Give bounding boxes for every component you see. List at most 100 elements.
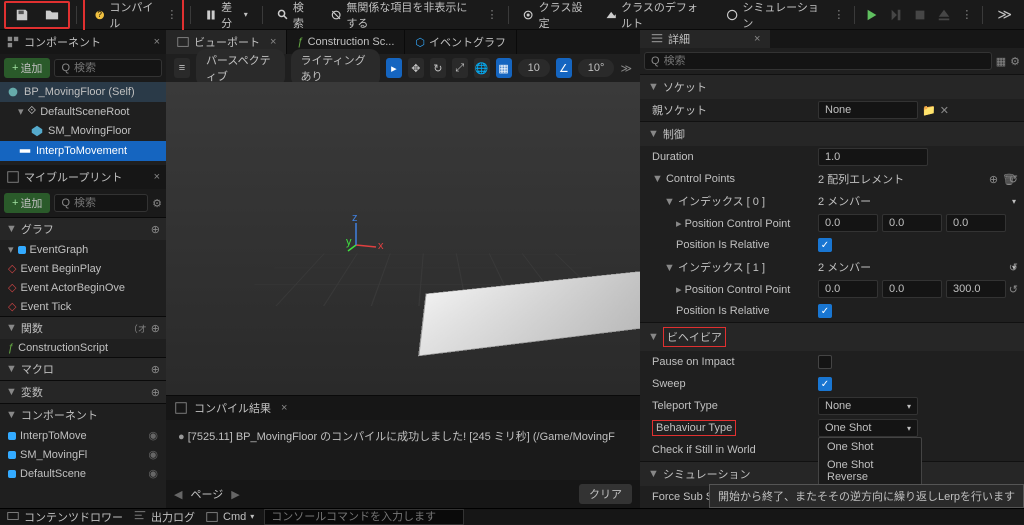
y-input[interactable]: 0.0 [882,214,942,232]
x-input[interactable]: 0.0 [818,280,878,298]
components-tab[interactable]: コンポーネント × [0,30,166,54]
visibility-icon[interactable]: ◉ [148,448,158,461]
settings-icon[interactable]: ⚙ [152,197,162,210]
index-1[interactable]: ▼ インデックス [ 1 ] [648,259,818,275]
add-icon[interactable]: ⊕ [151,386,160,399]
checkbox[interactable]: ✓ [818,238,832,252]
close-icon[interactable]: × [270,36,276,48]
index-0[interactable]: ▼ インデックス [ 0 ] [648,193,818,209]
behaviour-type-dropdown[interactable]: One Shot▾ [818,419,918,437]
add-icon[interactable]: ⊕ [151,322,160,335]
page-prev[interactable]: ◀ [174,488,182,501]
z-input[interactable]: 0.0 [946,214,1006,232]
myblueprint-tab[interactable]: マイブループリント × [0,165,166,189]
parent-socket-field[interactable]: None [818,101,918,119]
add-icon[interactable]: ⊕ [151,223,160,236]
tree-item-selected[interactable]: InterpToMovement [0,141,166,161]
dropdown-option[interactable]: One Shot Reverse [819,456,921,486]
browse-icon[interactable]: 📁 [922,104,936,117]
event-item[interactable]: ◇Event BeginPlay [0,259,166,278]
viewport-options[interactable]: ≡ [174,58,190,78]
play-options[interactable]: ⋮ [957,8,976,21]
compile-results-tab[interactable]: コンパイル結果 × [166,396,640,420]
functions-section[interactable]: ▼関数（オ⊕ [0,316,166,339]
viewport-3d[interactable]: x y z [166,82,640,395]
move-tool[interactable]: ✥ [408,58,424,78]
rotate-tool[interactable]: ↻ [430,58,446,78]
tree-root[interactable]: BP_MovingFloor (Self) [0,82,166,102]
settings-icon[interactable]: ⚙ [1010,55,1020,68]
angle-size[interactable]: 10° [578,59,615,77]
x-input[interactable]: 0.0 [818,214,878,232]
components-vars-section[interactable]: ▼コンポーネント [0,403,166,426]
toolbar-more-1[interactable]: ⋮ [483,8,502,21]
variable-item[interactable]: InterpToMove◉ [0,426,166,445]
event-graph-item[interactable]: ▾EventGraph [0,240,166,259]
viewport-overflow[interactable]: ≫ [620,62,632,75]
select-tool[interactable]: ▸ [386,58,402,78]
dropdown-option[interactable]: One Shot [819,438,921,456]
add-icon[interactable]: ⊕ [151,363,160,376]
event-item[interactable]: ◇Event Tick [0,297,166,316]
teleport-type-dropdown[interactable]: None▾ [818,397,918,415]
event-item[interactable]: ◇Event ActorBeginOve [0,278,166,297]
grid-size[interactable]: 10 [518,59,550,77]
tab-details[interactable]: 詳細× [640,30,770,48]
visibility-icon[interactable]: ◉ [148,429,158,442]
tree-item[interactable]: SM_MovingFloor [0,121,166,141]
variables-section[interactable]: ▼変数⊕ [0,380,166,403]
content-drawer-button[interactable]: コンテンツドロワー [6,509,123,525]
component-search[interactable]: Q [54,59,162,77]
macros-section[interactable]: ▼マクロ⊕ [0,357,166,380]
z-input[interactable]: 300.0 [946,280,1006,298]
checkbox[interactable]: ✓ [818,304,832,318]
graph-section[interactable]: ▼グラフ⊕ [0,217,166,240]
visibility-icon[interactable]: ◉ [148,467,158,480]
reset-icon[interactable]: ↺ [1009,173,1018,186]
pos-ctrl-0[interactable]: ▸ Position Control Point [648,217,818,230]
console-input[interactable] [264,509,464,525]
checkbox[interactable] [818,355,832,369]
section-socket[interactable]: ▼ソケット [640,74,1024,99]
bp-search[interactable]: Q [54,194,148,212]
tree-item[interactable]: ▾⟐DefaultSceneRoot [0,102,166,121]
add-component-button[interactable]: + 追加 [4,58,50,78]
control-points-label[interactable]: ▼ Control Points [648,173,818,185]
reset-icon[interactable]: ↺ [1009,283,1018,296]
toolbar-more-2[interactable]: ⋮ [829,8,848,21]
angle-snap[interactable]: ∠ [556,58,572,78]
tab-eventgraph[interactable]: ⬡イベントグラフ [405,30,517,54]
pos-ctrl-1[interactable]: ▸ Position Control Point [648,283,818,296]
output-log-button[interactable]: 出力ログ [133,509,195,525]
clear-button[interactable]: クリア [579,484,632,504]
skip-button[interactable] [885,4,907,26]
stop-button[interactable] [909,4,931,26]
duration-input[interactable]: 1.0 [818,148,928,166]
page-next[interactable]: ▶ [231,488,239,501]
add-element-icon[interactable]: ⊕ [989,173,998,186]
close-icon[interactable]: × [154,36,160,48]
compile-options[interactable]: ⋮ [162,8,181,21]
toolbar-overflow[interactable]: ≫ [989,2,1020,27]
add-bp-button[interactable]: + 追加 [4,193,50,213]
y-input[interactable]: 0.0 [882,280,942,298]
browse-button[interactable] [37,4,67,26]
close-icon[interactable]: × [754,33,760,45]
grid-snap[interactable]: ▦ [496,58,512,78]
eject-button[interactable] [933,4,955,26]
dropdown-icon[interactable]: ▾ [1012,197,1016,206]
function-item[interactable]: ƒConstructionScript [0,339,166,357]
details-search[interactable]: Q [644,52,992,70]
reset-icon[interactable]: ↺ [1009,261,1018,274]
clear-icon[interactable]: ✕ [940,104,949,117]
section-behaviour[interactable]: ▼ビヘイビア [640,322,1024,351]
section-control[interactable]: ▼制御 [640,121,1024,146]
variable-item[interactable]: SM_MovingFl◉ [0,445,166,464]
play-button[interactable] [861,4,883,26]
save-button[interactable] [7,4,37,26]
close-icon[interactable]: × [154,171,160,183]
coord-toggle[interactable]: 🌐 [474,58,490,78]
checkbox[interactable]: ✓ [818,377,832,391]
scale-tool[interactable]: ⤢ [452,58,468,78]
close-icon[interactable]: × [281,402,287,414]
